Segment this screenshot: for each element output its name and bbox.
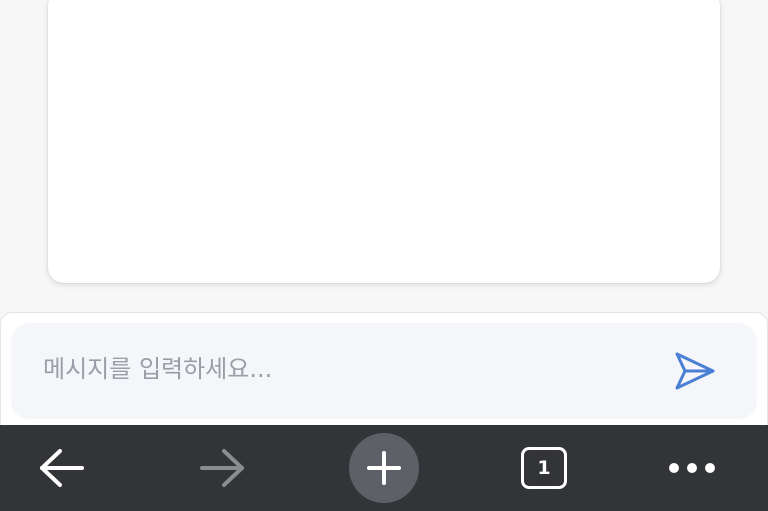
message-input[interactable] xyxy=(41,345,641,393)
composer xyxy=(11,323,757,419)
more-horizontal-icon xyxy=(669,463,715,473)
menu-button[interactable] xyxy=(652,425,732,511)
tab-switcher-button[interactable]: 1 xyxy=(504,425,584,511)
page: 1 xyxy=(0,0,768,511)
chat-content-card xyxy=(48,0,720,283)
composer-container xyxy=(0,312,768,425)
arrow-left-icon xyxy=(40,449,84,487)
forward-button[interactable] xyxy=(182,425,262,511)
new-tab-circle xyxy=(349,433,419,503)
send-button[interactable] xyxy=(669,349,721,393)
new-tab-button[interactable] xyxy=(344,425,424,511)
send-icon xyxy=(675,352,715,390)
plus-icon xyxy=(367,451,401,485)
back-button[interactable] xyxy=(22,425,102,511)
tab-count: 1 xyxy=(521,447,567,489)
browser-navbar: 1 xyxy=(0,425,768,511)
arrow-right-icon xyxy=(200,449,244,487)
